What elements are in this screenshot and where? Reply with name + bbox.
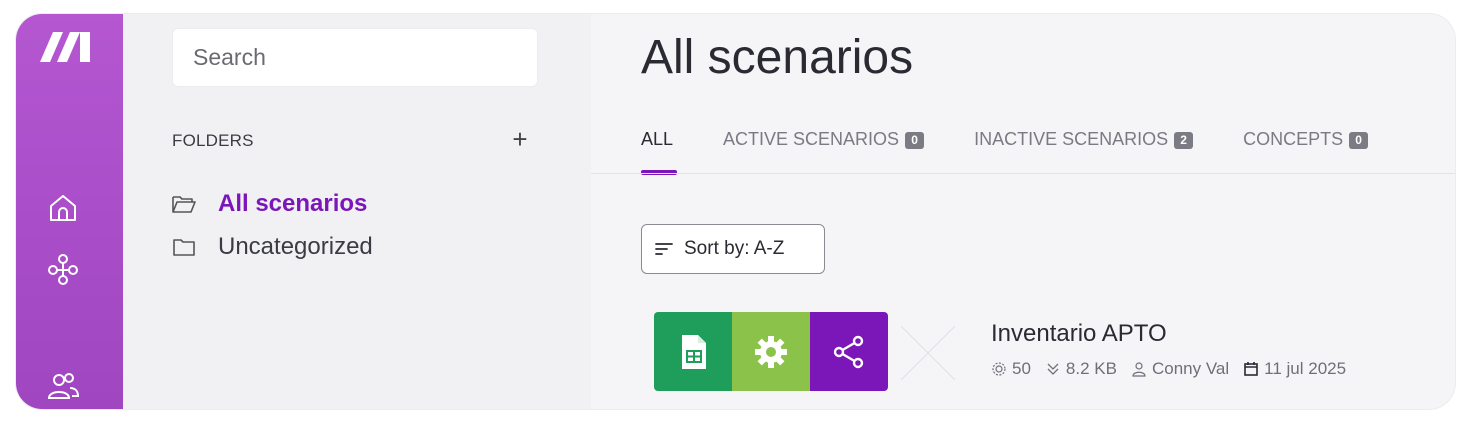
folders-heading: FOLDERS	[172, 131, 254, 150]
folder-open-icon	[172, 196, 196, 213]
add-folder-button[interactable]: +	[507, 126, 533, 152]
share-icon	[833, 335, 864, 368]
tab-concepts[interactable]: CONCEPTS 0	[1243, 129, 1369, 174]
operations-count: 50	[1012, 359, 1031, 378]
sort-label: Sort by: A-Z	[684, 238, 785, 259]
folder-item-all-scenarios[interactable]: All scenarios	[172, 190, 367, 218]
tools-gear-icon	[755, 335, 787, 368]
tab-all[interactable]: ALL	[641, 129, 678, 175]
main-content: All scenarios ALL ACTIVE SCENARIOS 0 INA…	[591, 14, 1455, 409]
calendar-icon	[1244, 362, 1258, 376]
operations-meta: 50	[991, 359, 1031, 379]
ghost-placeholder-icon	[901, 326, 955, 380]
folder-label: Uncategorized	[218, 233, 373, 260]
owner-name: Conny Val	[1151, 359, 1230, 378]
tab-bar: ALL ACTIVE SCENARIOS 0 INACTIVE SCENARIO…	[641, 129, 1418, 175]
tab-label: INACTIVE SCENARIOS	[974, 129, 1169, 149]
folder-icon	[173, 239, 195, 256]
team-icon[interactable]	[46, 369, 80, 403]
search-placeholder: Search	[193, 44, 266, 70]
google-sheets-icon	[682, 334, 706, 369]
home-icon[interactable]	[46, 191, 80, 225]
owner-meta: Conny Val	[1131, 359, 1229, 379]
folder-item-uncategorized[interactable]: Uncategorized	[172, 233, 373, 261]
tab-count-badge: 2	[1174, 132, 1194, 149]
tab-active-scenarios[interactable]: ACTIVE SCENARIOS 0	[723, 129, 925, 174]
tab-count-badge: 0	[905, 132, 925, 149]
page-title: All scenarios	[641, 31, 914, 84]
google-sheets-tile	[654, 312, 732, 391]
data-size-meta: 8.2 KB	[1045, 359, 1117, 379]
sort-button[interactable]: Sort by: A-Z	[641, 224, 825, 274]
app-frame: Search FOLDERS + All scenarios Uncategor…	[16, 14, 1455, 409]
scenario-name[interactable]: Inventario APTO	[991, 320, 1167, 348]
tab-label: CONCEPTS	[1243, 129, 1344, 149]
tab-count-badge: 0	[1349, 132, 1369, 149]
tab-inactive-scenarios[interactable]: INACTIVE SCENARIOS 2	[974, 129, 1194, 174]
tabs-divider	[591, 173, 1455, 174]
tools-tile	[732, 312, 810, 391]
left-rail	[16, 14, 123, 409]
tab-label: ACTIVE SCENARIOS	[723, 129, 900, 149]
date-meta: 11 jul 2025	[1243, 359, 1346, 379]
share-tile	[810, 312, 888, 391]
make-logo-icon[interactable]	[36, 28, 96, 64]
folder-panel: Search FOLDERS + All scenarios Uncategor…	[123, 14, 591, 409]
scenario-date: 11 jul 2025	[1264, 359, 1347, 378]
search-input[interactable]: Search	[172, 28, 538, 87]
data-size: 8.2 KB	[1065, 359, 1117, 378]
chevrons-down-icon	[1047, 363, 1059, 375]
scenarios-icon[interactable]	[46, 252, 80, 286]
scenario-app-icons[interactable]	[654, 312, 888, 391]
scenario-meta: 50 8.2 KB Conny Val 11 jul 2025	[991, 359, 1360, 379]
tab-label: ALL	[641, 129, 674, 149]
user-icon	[1132, 362, 1146, 377]
folder-label: All scenarios	[218, 190, 368, 217]
sort-icon	[655, 243, 673, 255]
gear-icon	[992, 362, 1006, 376]
